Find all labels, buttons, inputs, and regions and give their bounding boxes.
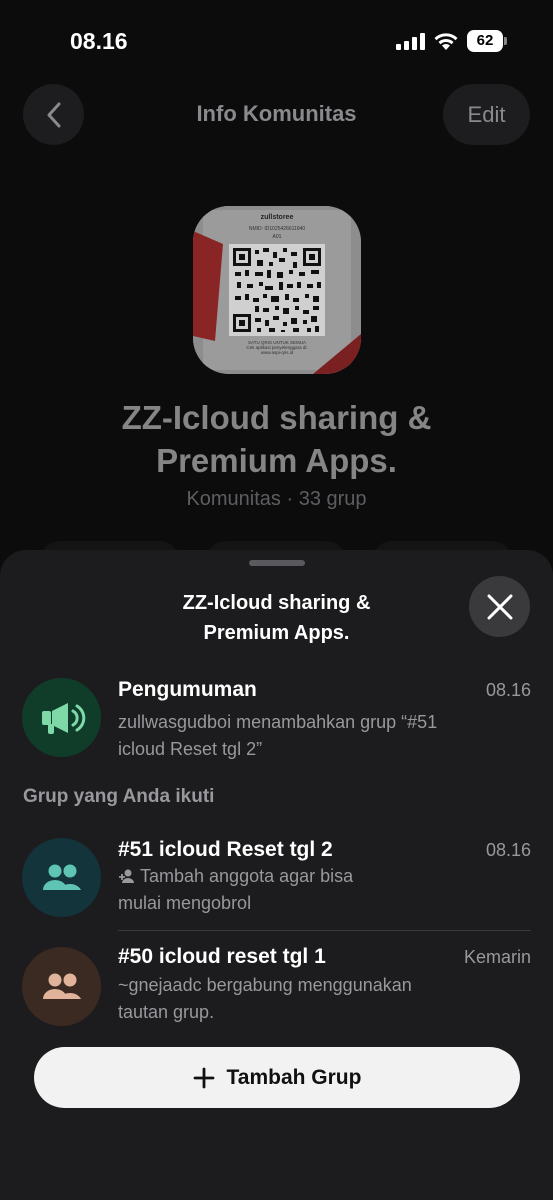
wifi-icon xyxy=(434,33,458,50)
qris-code: A01 xyxy=(272,234,282,240)
announcement-row[interactable]: Pengumuman 08.16 zullwasgudboi menambahk… xyxy=(0,668,553,759)
add-person-icon xyxy=(119,869,134,883)
add-group-button[interactable]: Tambah Grup xyxy=(34,1047,520,1108)
community-groups-sheet: ZZ-Icloud sharing & Premium Apps. Pengum… xyxy=(0,550,553,1200)
group-people-icon xyxy=(42,973,81,999)
qris-nmid: NMID: ID1025426611840 xyxy=(248,226,306,232)
cellular-signal-icon xyxy=(396,33,425,50)
qris-footer-line3: www.aspi-qris.id xyxy=(260,350,294,355)
group-desc-line1: ~gnejaadc bergabung menggunakan xyxy=(118,975,412,995)
group-title: #50 icloud reset tgl 1 xyxy=(118,945,326,968)
sheet-title: ZZ-Icloud sharing & Premium Apps. xyxy=(80,588,473,648)
plus-icon xyxy=(193,1067,214,1088)
group-row[interactable]: #51 icloud Reset tgl 2 08.16 Tambah angg… xyxy=(0,828,553,928)
section-label: Grup yang Anda ikuti xyxy=(23,786,215,807)
community-name: ZZ-Icloud sharing & Premium Apps. xyxy=(0,396,553,482)
group-desc: Tambah anggota agar bisa mulai mengobrol xyxy=(118,863,478,917)
group-desc-text: Tambah anggota agar bisa xyxy=(140,866,354,886)
edit-button[interactable]: Edit xyxy=(443,84,530,145)
group-time: Kemarin xyxy=(463,947,531,967)
group-desc-line2: tautan grup. xyxy=(118,1002,215,1022)
community-name-line1: ZZ-Icloud sharing & xyxy=(121,399,432,436)
sheet-grabber[interactable] xyxy=(249,560,305,566)
qris-footer: SATU QRIS UNTUK SEMUA Cek aplikasi penye… xyxy=(193,340,361,355)
qris-merchant-name: zullstoree xyxy=(260,214,294,221)
community-name-line2: Premium Apps. xyxy=(156,442,397,479)
group-people-icon xyxy=(42,864,81,890)
close-button[interactable] xyxy=(469,576,530,637)
sheet-title-line2: Premium Apps. xyxy=(203,622,350,644)
close-icon xyxy=(487,594,512,619)
status-bar: 08.16 62 xyxy=(0,0,553,80)
group-time: 08.16 xyxy=(485,840,531,860)
announcement-time: 08.16 xyxy=(485,680,531,700)
group-desc-line2: mulai mengobrol xyxy=(118,893,252,913)
battery-level: 62 xyxy=(467,30,503,52)
add-group-label: Tambah Grup xyxy=(226,1065,362,1089)
group-desc-line1: Tambah anggota agar bisa xyxy=(118,863,478,890)
announcement-desc-line1: zullwasgudboi menambahkan grup “#51 xyxy=(118,712,438,732)
battery-icon: 62 xyxy=(467,30,507,52)
group-row[interactable]: #50 icloud reset tgl 1 Kemarin ~gnejaadc… xyxy=(0,937,553,1037)
announcement-desc-line2: icloud Reset tgl 2” xyxy=(118,739,263,759)
group-title: #51 icloud Reset tgl 2 xyxy=(118,838,333,861)
status-time: 08.16 xyxy=(70,28,128,54)
sheet-title-line1: ZZ-Icloud sharing & xyxy=(182,592,371,614)
group-desc: ~gnejaadc bergabung menggunakan tautan g… xyxy=(118,972,498,1026)
community-subtitle: Komunitas · 33 grup xyxy=(186,488,367,510)
megaphone-icon xyxy=(41,702,85,734)
group-avatar xyxy=(22,838,101,917)
community-avatar[interactable]: zullstoree NMID: ID1025426611840 A01 SAT… xyxy=(193,206,361,374)
group-avatar xyxy=(22,947,101,1026)
divider xyxy=(118,930,531,931)
announcement-title: Pengumuman xyxy=(118,678,257,701)
announcement-desc: zullwasgudboi menambahkan grup “#51 iclo… xyxy=(118,709,478,763)
announcement-avatar xyxy=(22,678,101,757)
